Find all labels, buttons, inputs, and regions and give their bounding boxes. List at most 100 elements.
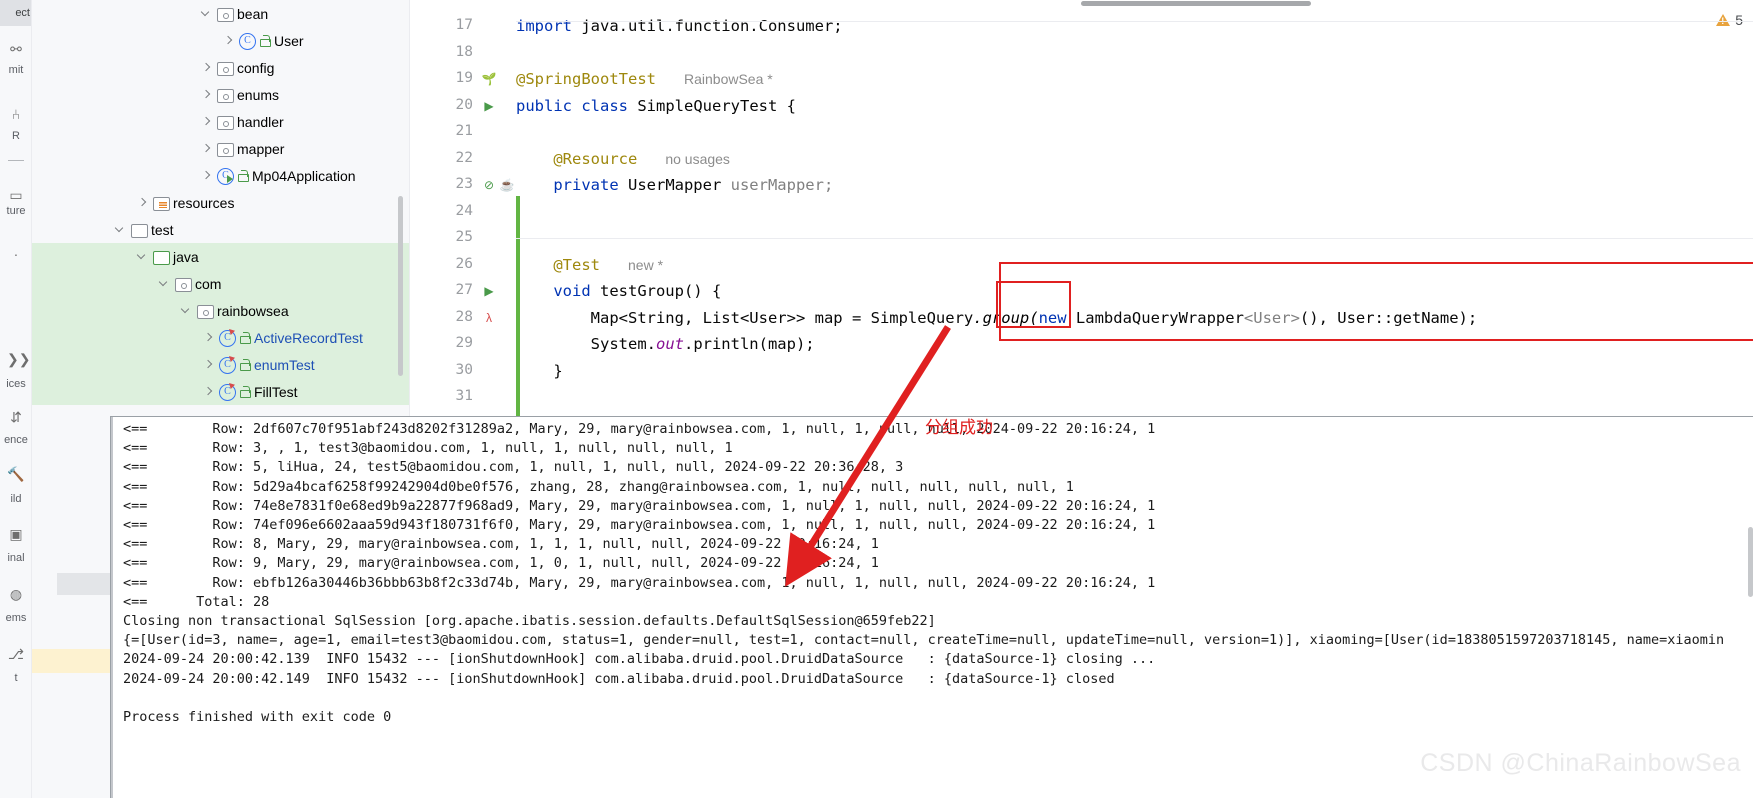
services-icon[interactable]: ❯❯ [7,350,25,368]
terminal-icon[interactable]: ▣ [7,525,25,543]
tree-item-test[interactable]: test [32,216,409,243]
line-number: 27 [411,282,473,298]
run-console-panel[interactable]: <== Row: 2df607c70f951abf243d8202f31289a… [110,416,1753,798]
code-line[interactable]: @Resource no usages [516,150,730,168]
tool-strip-label-dependencies[interactable]: ence [0,434,32,446]
tree-item-enums[interactable]: enums [32,81,409,108]
tool-strip-label-problems[interactable]: ems [0,612,32,624]
tree-item-label: enums [237,87,279,103]
editor-horizontal-scrollbar[interactable] [1081,1,1311,6]
code-token [656,70,684,88]
more-dots-icon[interactable]: · [7,245,25,263]
code-token: LambdaQueryWrapper [1067,309,1244,327]
chevron-down-icon[interactable] [136,250,149,263]
code-line[interactable]: import java.util.function.Consumer; [516,17,843,35]
tree-item-config[interactable]: config [32,54,409,81]
run-test-icon[interactable]: ▶ [481,283,497,299]
code-line[interactable]: } [516,362,563,380]
tree-item-activerecordtest[interactable]: ActiveRecordTest [32,324,409,351]
chevron-right-icon[interactable] [200,61,213,74]
spring-leaf-icon[interactable]: 🌱 [481,71,497,87]
code-token: @Test [553,256,600,274]
project-scrollbar[interactable] [398,196,403,376]
code-token: RainbowSea * [684,71,773,87]
line-number: 24 [411,203,473,219]
code-token: UserMapper [619,176,731,194]
code-token: import [516,17,572,35]
dependencies-icon[interactable]: ⇵ [7,408,25,426]
tree-item-filltest[interactable]: FillTest [32,378,409,405]
code-line[interactable]: public class SimpleQueryTest { [516,97,796,115]
chevron-right-icon[interactable] [200,142,213,155]
console-line: <== Row: 74ef096e6602aaa59d943f180731f6f… [123,516,1155,535]
code-token: no usages [665,151,730,167]
tool-strip-label-terminal[interactable]: inal [0,552,32,564]
chevron-down-icon[interactable] [180,304,193,317]
chevron-down-icon[interactable] [114,223,127,236]
tool-strip-label-services[interactable]: ices [0,378,32,390]
tree-item-java[interactable]: java [32,243,409,270]
code-token [516,176,553,194]
git-icon[interactable]: ⎇ [7,645,25,663]
chevron-down-icon[interactable] [200,7,213,20]
code-line[interactable]: private UserMapper userMapper; [516,176,833,194]
run-test-icon[interactable]: ▶ [481,98,497,114]
chevron-right-icon[interactable] [202,331,215,344]
annotation-label: 分组成功 [925,413,993,438]
build-icon[interactable]: 🔨 [7,465,25,483]
tree-item-enumtest[interactable]: enumTest [32,351,409,378]
chevron-down-icon[interactable] [158,277,171,290]
chevron-right-icon[interactable] [202,358,215,371]
structure-icon[interactable]: ▭ [7,186,25,204]
editor-topbar [411,0,1753,7]
tree-item-label: Mp04Application [252,168,356,184]
line-number: 26 [411,256,473,272]
chevron-right-icon[interactable] [200,169,213,182]
code-line[interactable]: System.out.println(map); [516,335,815,353]
console-output[interactable]: <== Row: 2df607c70f951abf243d8202f31289a… [111,417,1753,798]
code-token: SimpleQueryTest { [628,97,796,115]
chevron-right-icon[interactable] [200,115,213,128]
code-token: private [553,176,618,194]
chevron-right-icon[interactable] [200,88,213,101]
tool-strip-label-pr[interactable]: R [0,130,32,142]
code-token: @SpringBootTest [516,70,656,88]
chevron-right-icon[interactable] [202,385,215,398]
app-window: ect ⚯ mit ⑃ R ▭ ture · ❯❯ ices ⇵ ence 🔨 … [0,0,1753,798]
code-line[interactable]: void testGroup() { [516,282,721,300]
tree-item-label: config [237,60,274,76]
tree-item-user[interactable]: User [32,27,409,54]
package-folder-icon [174,275,191,292]
pull-request-icon[interactable]: ⑃ [7,105,25,123]
code-token: out [656,335,684,353]
tree-item-label: User [274,33,304,49]
no-usage-icon[interactable]: ⊘ [481,177,497,193]
commit-icon[interactable]: ⚯ [7,40,25,58]
tool-strip-label-structure[interactable]: ture [0,205,32,217]
console-scrollbar[interactable] [1748,527,1753,597]
tree-item-com[interactable]: com [32,270,409,297]
tree-item-handler[interactable]: handler [32,108,409,135]
chevron-right-icon[interactable] [136,196,149,209]
tree-item-rainbowsea[interactable]: rainbowsea [32,297,409,324]
bean-icon[interactable]: ☕ [499,177,515,193]
code-token [516,282,553,300]
tree-item-bean[interactable]: bean [32,0,409,27]
tool-strip-label-build[interactable]: ild [0,493,32,505]
problems-icon[interactable]: ◍ [7,585,25,603]
tree-item-mp04application[interactable]: Mp04Application [32,162,409,189]
folder-icon [130,221,147,238]
tree-item-label: resources [173,195,234,211]
code-line[interactable]: @SpringBootTest RainbowSea * [516,70,773,88]
tree-item-mapper[interactable]: mapper [32,135,409,162]
code-line[interactable]: @Test new * [516,256,663,274]
tool-strip-label-commit[interactable]: mit [0,64,32,76]
watermark-text: CSDN @ChinaRainbowSea [1420,749,1741,778]
chevron-right-icon[interactable] [222,34,235,47]
tree-item-label: handler [237,114,284,130]
code-line[interactable]: Map<String, List<User>> map = SimpleQuer… [516,309,1477,327]
tool-window-project-tab[interactable]: ect [0,0,32,26]
lambda-icon[interactable]: λ [481,310,497,326]
tool-strip-label-git[interactable]: t [0,672,32,684]
tree-item-resources[interactable]: resources [32,189,409,216]
